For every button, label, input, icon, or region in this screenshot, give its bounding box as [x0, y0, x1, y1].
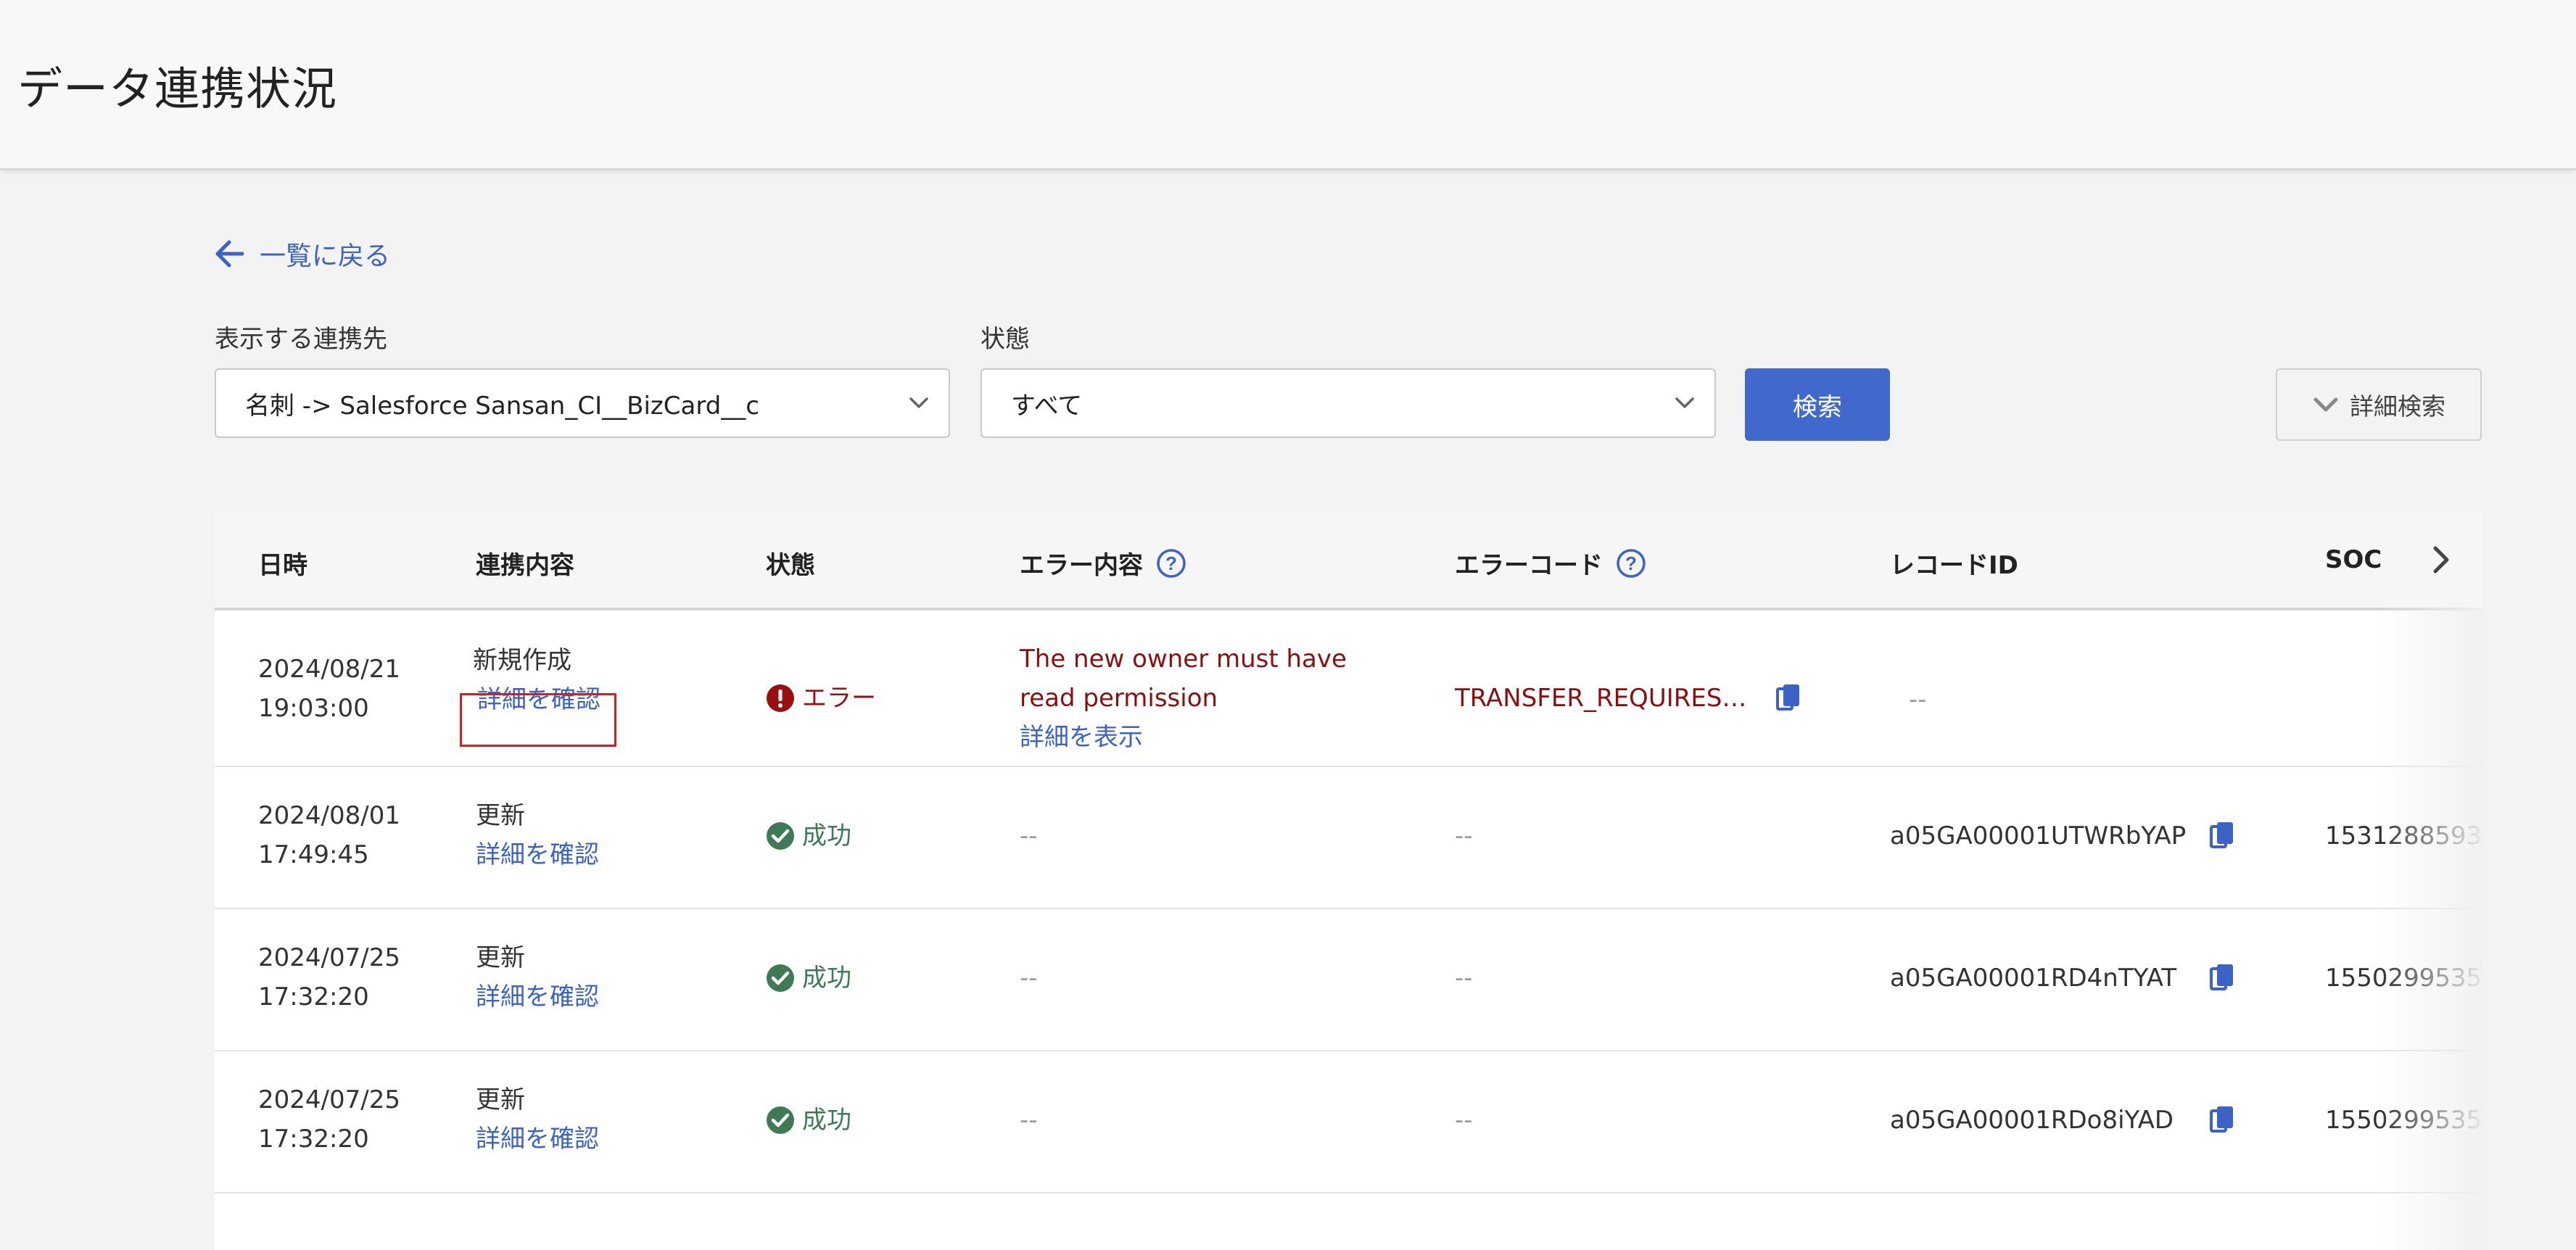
row-error-content: The new owner must have read permission … [1020, 640, 1347, 757]
back-link-label: 一覧に戻る [260, 241, 391, 271]
error-message-line: The new owner must have [1020, 645, 1347, 674]
search-button[interactable]: 検索 [1745, 368, 1890, 441]
row-action: 更新 [476, 801, 525, 830]
status-select[interactable]: すべて [981, 368, 1716, 438]
status-label: 成功 [802, 964, 851, 993]
row-datetime: 2024/08/21 19:03:00 [258, 650, 400, 728]
copy-icon[interactable] [1775, 684, 1801, 713]
status-badge: 成功 [766, 959, 851, 998]
table-row: 2024/07/25 17:32:20 更新 詳細を確認 成功 -- -- a0… [215, 909, 2482, 1051]
column-header-record-id: レコードID [1890, 551, 2018, 580]
row-error-content: -- [1020, 964, 1038, 993]
column-header-status: 状態 [766, 551, 815, 580]
status-badge: 成功 [766, 1101, 851, 1140]
status-filter-label: 状態 [981, 325, 1030, 354]
column-header-datetime: 日時 [258, 551, 307, 580]
row-action: 更新 [476, 943, 525, 972]
row-time: 19:03:00 [258, 694, 369, 723]
copy-icon[interactable] [2209, 1106, 2235, 1135]
row-error-content: -- [1020, 1106, 1038, 1135]
svg-text:?: ? [1165, 552, 1177, 574]
advanced-search-label: 詳細検索 [2350, 392, 2445, 421]
row-content: 更新 詳細を確認 [476, 938, 599, 1017]
row-error-code: TRANSFER_REQUIRES… [1455, 684, 1747, 713]
back-to-list-link[interactable]: 一覧に戻る [213, 236, 390, 271]
view-details-link[interactable]: 詳細を確認 [476, 835, 599, 874]
row-record-id: a05GA00001RDo8iYAD [1890, 1106, 2174, 1135]
table-row: 2024/08/21 19:03:00 新規作成 詳細を確認 エラー The n… [215, 610, 2482, 767]
row-error-code: -- [1455, 964, 1473, 993]
exclamation-circle-icon [767, 684, 794, 712]
horizontal-scroll-fade [2380, 608, 2482, 1250]
row-datetime: 2024/08/01 17:49:45 [258, 796, 400, 874]
target-select-value: 名刺 -> Salesforce Sansan_CI__BizCard__c [245, 391, 759, 421]
row-record-id: a05GA00001UTWRbYAP [1890, 821, 2187, 850]
row-time: 17:32:20 [258, 1125, 369, 1154]
show-error-details-link[interactable]: 詳細を表示 [1020, 718, 1347, 757]
status-label: 成功 [802, 1106, 851, 1135]
row-time: 17:32:20 [258, 982, 369, 1011]
sync-status-table: 日時 連携内容 状態 エラー内容 ? エラーコード ? レコードID SOC 2… [215, 512, 2482, 1250]
row-datetime: 2024/07/25 17:32:20 [258, 1080, 400, 1159]
check-circle-icon [767, 1106, 794, 1134]
row-time: 17:49:45 [258, 840, 369, 869]
arrow-left-icon [215, 240, 244, 268]
chevron-down-icon [1675, 397, 1694, 408]
chevron-down-icon [909, 397, 928, 408]
row-error-code: -- [1455, 1106, 1473, 1135]
column-header-error-code-label: エラーコード [1455, 551, 1603, 580]
check-circle-icon [767, 964, 794, 992]
row-action: 更新 [476, 1085, 525, 1114]
status-select-value: すべて [1011, 391, 1083, 421]
row-datetime: 2024/07/25 17:32:20 [258, 938, 400, 1017]
status-badge: エラー [766, 679, 876, 718]
row-date: 2024/07/25 [258, 1085, 400, 1114]
row-content: 更新 詳細を確認 [476, 1080, 599, 1159]
page-title: データ連携状況 [17, 62, 338, 115]
table-row: 2024/07/25 17:32:20 更新 詳細を確認 成功 -- -- a0… [215, 1051, 2482, 1193]
row-error-code: -- [1455, 821, 1473, 850]
copy-icon[interactable] [2209, 822, 2235, 851]
column-header-soc: SOC [2325, 545, 2382, 574]
row-date: 2024/08/01 [258, 801, 400, 830]
chevron-right-icon[interactable] [2430, 544, 2453, 576]
column-header-content: 連携内容 [476, 551, 574, 580]
view-details-link[interactable]: 詳細を確認 [476, 1119, 599, 1159]
row-error-content: -- [1020, 821, 1038, 850]
copy-icon[interactable] [2209, 964, 2235, 993]
row-record-id: -- [1909, 685, 1927, 714]
target-select[interactable]: 名刺 -> Salesforce Sansan_CI__BizCard__c [215, 368, 950, 438]
row-date: 2024/08/21 [258, 655, 400, 684]
table-row: 2024/08/01 17:49:45 更新 詳細を確認 成功 -- -- a0… [215, 767, 2482, 909]
svg-text:?: ? [1625, 552, 1637, 574]
column-header-error-content: エラー内容 ? [1020, 545, 1186, 581]
row-date: 2024/07/25 [258, 943, 400, 972]
table-header: 日時 連携内容 状態 エラー内容 ? エラーコード ? レコードID SOC [215, 512, 2482, 610]
question-circle-icon[interactable]: ? [1156, 548, 1186, 579]
row-content: 更新 詳細を確認 [476, 796, 599, 874]
error-message-line: read permission [1020, 684, 1218, 713]
question-circle-icon[interactable]: ? [1616, 548, 1646, 579]
status-label: 成功 [802, 821, 851, 850]
status-badge: 成功 [766, 816, 851, 856]
status-label: エラー [802, 684, 876, 713]
highlight-box [460, 693, 616, 747]
check-circle-icon [767, 822, 794, 850]
chevron-down-icon [2313, 397, 2338, 412]
view-details-link[interactable]: 詳細を確認 [476, 977, 599, 1017]
column-header-error-content-label: エラー内容 [1020, 551, 1143, 580]
row-action: 新規作成 [473, 646, 571, 675]
column-header-error-code: エラーコード ? [1455, 545, 1646, 581]
advanced-search-button[interactable]: 詳細検索 [2276, 368, 2482, 441]
target-filter-label: 表示する連携先 [215, 325, 387, 354]
page-header: データ連携状況 [0, 0, 2576, 170]
row-record-id: a05GA00001RD4nTYAT [1890, 964, 2177, 993]
